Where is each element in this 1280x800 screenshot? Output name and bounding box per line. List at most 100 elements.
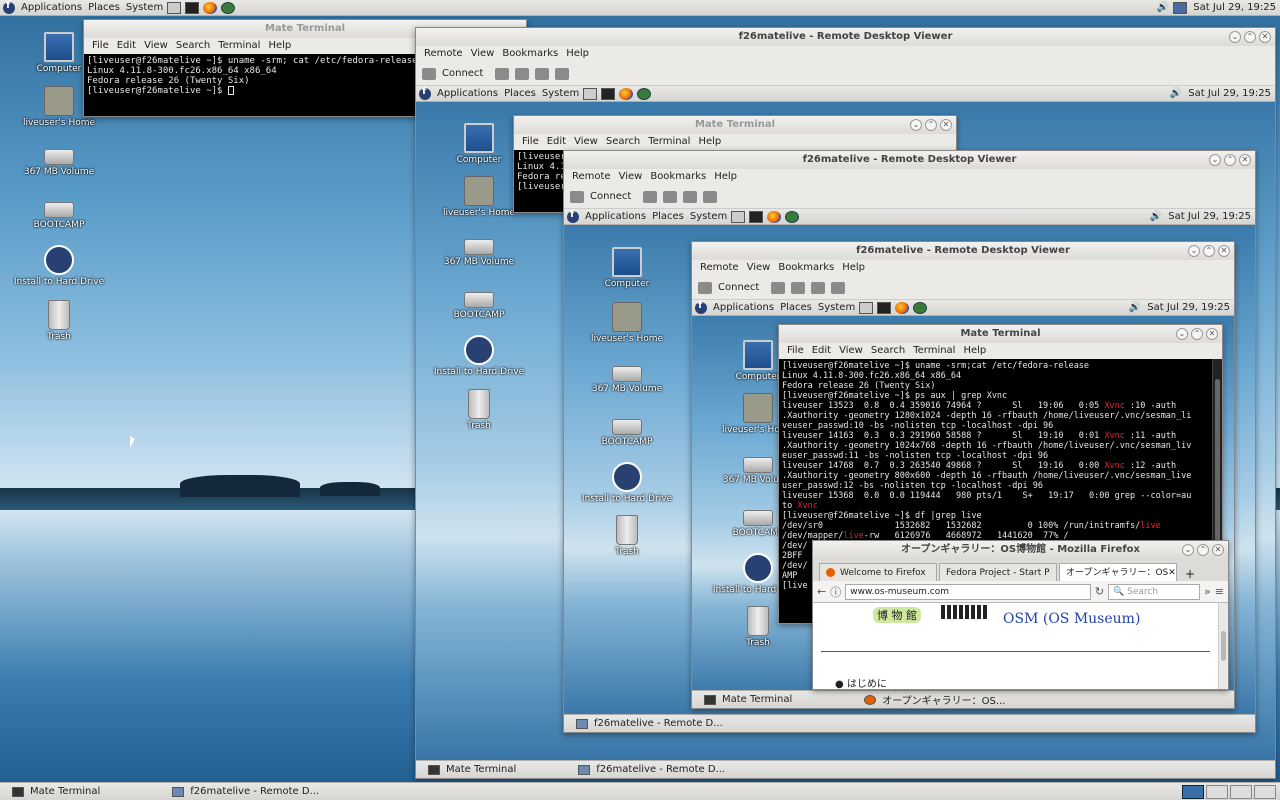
firefox-navbar: ← ⓘ www.os-museum.com ↻ 🔍 Search » ≡ <box>813 581 1228 603</box>
desktop-icon-bootcamp[interactable]: BOOTCAMP <box>11 192 107 230</box>
disconnect-icon[interactable] <box>495 67 510 80</box>
places-menu[interactable]: Places <box>88 2 120 13</box>
network-launcher-icon[interactable] <box>221 1 236 14</box>
computer-icon <box>44 32 74 62</box>
terminal-line: euser_passwd:11 -bs -nolisten tcp -local… <box>782 451 1049 461</box>
desktop-icon-bootcamp[interactable]: BOOTCAMP <box>431 282 527 320</box>
terminal-line: [liveuser@f26matelive ~]$ df |grep live <box>782 511 982 521</box>
clock[interactable]: Sat Jul 29, 19:25 <box>1193 2 1276 13</box>
connect-icon <box>422 67 436 80</box>
task-firefox[interactable]: オープンギャラリー：OS... <box>858 692 1011 708</box>
terminal-line: liveuser 13523 0.8 0.4 359016 74964 ? Sl… <box>782 401 1177 411</box>
menu-file[interactable]: File <box>92 38 109 54</box>
terminal-launcher-icon[interactable] <box>185 1 200 14</box>
applications-menu[interactable]: Applications <box>21 2 82 13</box>
connect-button[interactable]: Connect <box>442 68 483 79</box>
terminal-line: [liveuser@f26matelive ~]$ ps aux | grep … <box>782 391 1008 401</box>
terminal-line: /dev/sr0 1532682 1532682 0 100% /run/ini… <box>782 521 1161 531</box>
menu-edit[interactable]: Edit <box>117 38 136 54</box>
system-menu[interactable]: System <box>126 2 163 13</box>
top-panel: Applications Places System 🔊 Sat Jul 29,… <box>0 0 1280 16</box>
firefox-window[interactable]: オープンギャラリー：OS博物館 - Mozilla Firefox ⌄ ⌃ ✕ Wel… <box>812 540 1229 690</box>
terminal-line: Fedora release 26 (Twenty Six) <box>782 381 936 391</box>
back-button[interactable]: ← <box>817 585 826 598</box>
info-icon[interactable]: ⓘ <box>830 584 841 600</box>
bottom-panel: Mate Terminal f26matelive - Remote D... <box>0 782 1280 800</box>
screenshot-icon[interactable] <box>535 67 550 80</box>
close-button[interactable]: ✕ <box>1259 31 1271 43</box>
maximize-button[interactable]: ⌃ <box>1244 31 1256 43</box>
menu-help[interactable]: Help <box>566 46 589 62</box>
reload-button[interactable]: ↻ <box>1095 585 1104 598</box>
home-folder-icon <box>44 86 74 116</box>
send-keys-icon[interactable] <box>555 67 570 80</box>
mouse-pointer-icon <box>130 436 135 448</box>
terminal-line: user_passwd:12 -bs -nolisten tcp -localh… <box>782 481 1043 491</box>
menu-view[interactable]: View <box>144 38 168 54</box>
remote3-bottom-panel: Mate Terminal オープンギャラリー：OS... <box>692 690 1234 708</box>
page-content[interactable]: 博 物 館 OSM (OS Museum) ● はじめに <box>813 603 1228 689</box>
tab-welcome[interactable]: Welcome to Firefox <box>819 563 937 581</box>
desktop-icon-trash[interactable]: Trash <box>431 389 527 431</box>
firefox-launcher-icon[interactable] <box>203 1 218 14</box>
list-item[interactable]: ● はじめに <box>835 675 887 689</box>
task-terminal[interactable]: Mate Terminal <box>698 692 798 708</box>
task-terminal[interactable]: Mate Terminal <box>422 762 522 778</box>
film-strip-icon <box>941 605 987 619</box>
tab-os-museum[interactable]: オープンギャラリー：OS ✕ <box>1059 563 1177 581</box>
rdv-titlebar[interactable]: f26matelive - Remote Desktop Viewer ⌄ ⌃ ✕ <box>416 28 1275 46</box>
terminal-line: liveuser 15368 0.0 0.0 119444 980 pts/1 … <box>782 491 1192 501</box>
terminal-line: veuser_passwd:10 -bs -nolisten tcp -loca… <box>782 421 1054 431</box>
workspace-3[interactable] <box>1230 784 1252 799</box>
terminal-line: .Xauthority -geometry 800x600 -depth 16 … <box>782 471 1192 481</box>
fedora-menu-icon[interactable] <box>3 0 15 14</box>
menu-terminal[interactable]: Terminal <box>218 38 260 54</box>
rdv-toolbar: Connect <box>416 62 1275 86</box>
menu-bookmarks[interactable]: Bookmarks <box>502 46 558 62</box>
desktop-screen: Applications Places System 🔊 Sat Jul 29,… <box>0 0 1280 800</box>
minimize-button[interactable]: ⌄ <box>1229 31 1241 43</box>
rdv-menubar: Remote View Bookmarks Help <box>416 46 1275 62</box>
tab-fedora[interactable]: Fedora Project - Start P <box>939 563 1057 581</box>
workspace-1[interactable] <box>1182 784 1204 799</box>
remote-top-panel: ApplicationsPlacesSystem 🔊Sat Jul 29, 19… <box>416 86 1275 102</box>
drive-icon <box>44 202 74 218</box>
firefox-tabbar: Welcome to Firefox Fedora Project - Star… <box>813 559 1228 581</box>
file-manager-launcher-icon[interactable] <box>167 1 182 14</box>
terminal-line: .Xauthority -geometry 1024x768 -depth 16… <box>782 441 1192 451</box>
menu-help[interactable]: Help <box>268 38 291 54</box>
terminal-line: to Xvnc <box>782 501 818 511</box>
terminal-line: [liveuser@f26matelive ~]$ uname -srm;cat… <box>782 361 1090 371</box>
desktop-icon-volume[interactable]: 367 MB Volume <box>11 139 107 177</box>
desktop-icon-volume[interactable]: 367 MB Volume <box>431 229 527 267</box>
menu-search[interactable]: Search <box>176 38 210 54</box>
taskbar-terminal[interactable]: Mate Terminal <box>6 784 106 800</box>
firefox-favicon-icon <box>826 568 835 577</box>
firefox-titlebar[interactable]: オープンギャラリー：OS博物館 - Mozilla Firefox ⌄ ⌃ ✕ <box>813 541 1228 559</box>
workspace-4[interactable] <box>1254 784 1276 799</box>
search-input[interactable]: 🔍 Search <box>1108 583 1201 600</box>
menu-remote[interactable]: Remote <box>424 46 463 62</box>
terminal-line: liveuser 14768 0.7 0.3 263540 49868 ? Sl… <box>782 461 1177 471</box>
page-heading: OSM (OS Museum) <box>1003 611 1141 627</box>
terminal-line: liveuser 14163 0.3 0.3 291960 58588 ? Sl… <box>782 431 1177 441</box>
drive-icon <box>44 149 74 165</box>
desktop-icon-trash[interactable]: Trash <box>11 300 107 342</box>
taskbar-rdv[interactable]: f26matelive - Remote D... <box>166 784 325 800</box>
menu-view[interactable]: View <box>471 46 495 62</box>
new-tab-button[interactable]: + <box>1185 567 1195 581</box>
workspace-2[interactable] <box>1206 784 1228 799</box>
fullscreen-icon[interactable] <box>515 67 530 80</box>
url-bar[interactable]: www.os-museum.com <box>845 583 1091 600</box>
volume-icon[interactable]: 🔊 <box>1157 2 1169 13</box>
overflow-icon[interactable]: » <box>1204 585 1211 598</box>
terminal-line: .Xauthority -geometry 1280x1024 -depth 1… <box>782 411 1192 421</box>
network-status-icon[interactable] <box>1173 1 1188 14</box>
desktop-icon-install[interactable]: Install to Hard Drive <box>431 335 527 377</box>
close-tab-icon[interactable]: ✕ <box>1168 565 1176 581</box>
trash-icon <box>48 300 70 330</box>
desktop-icon-install[interactable]: Install to Hard Drive <box>11 245 107 287</box>
hamburger-menu-icon[interactable]: ≡ <box>1215 585 1224 598</box>
site-logo: 博 物 館 <box>873 607 921 623</box>
task-rdv[interactable]: f26matelive - Remote D... <box>572 762 731 778</box>
